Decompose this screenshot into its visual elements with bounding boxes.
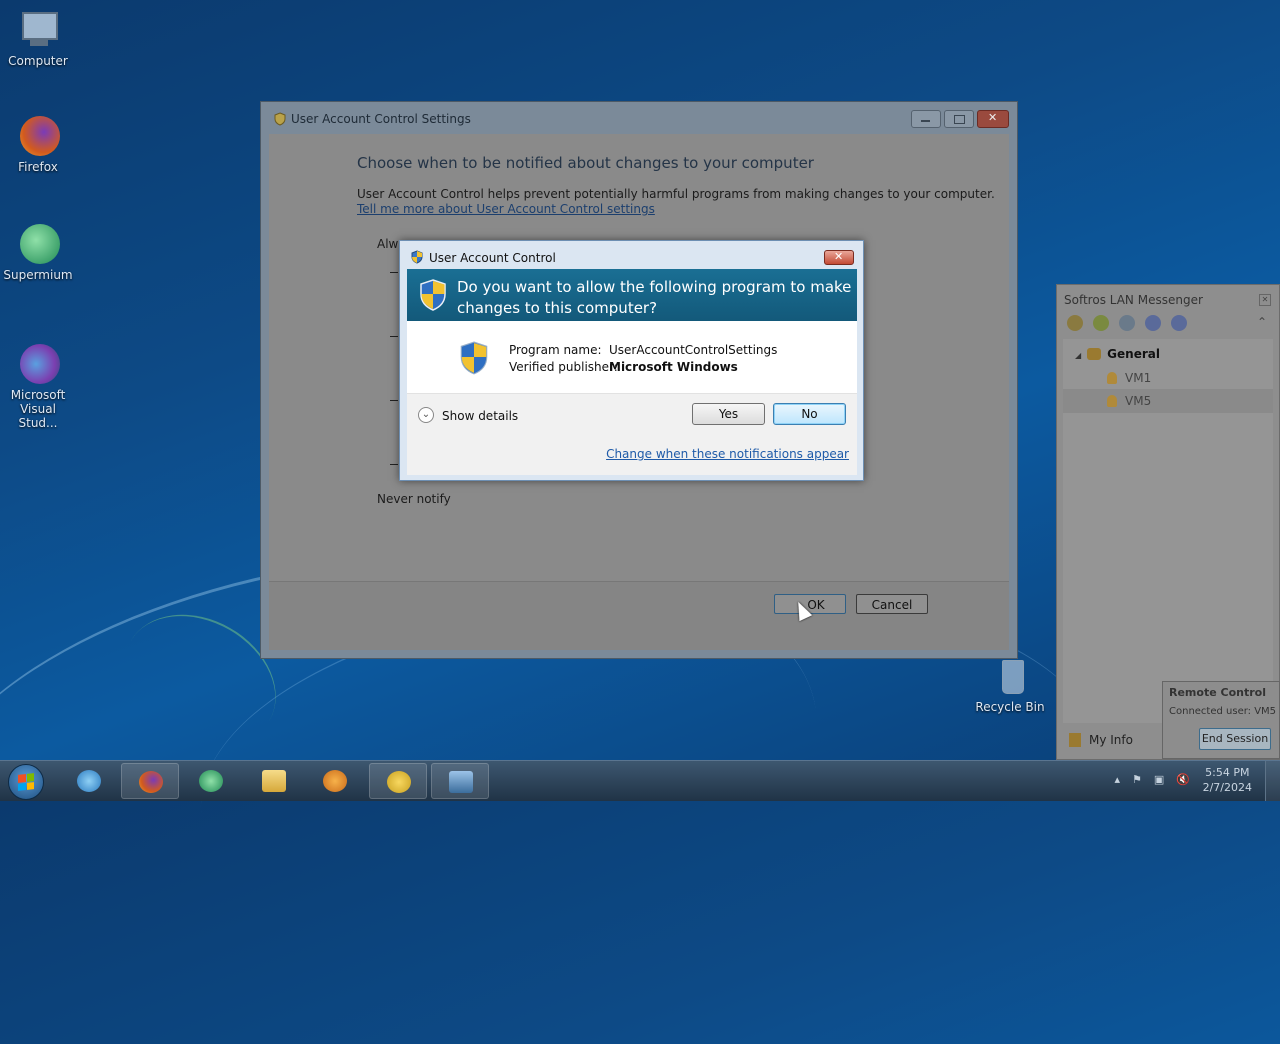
my-info-button[interactable]: My Info (1069, 733, 1133, 747)
maximize-button[interactable] (944, 110, 974, 128)
shield-icon (420, 279, 446, 311)
close-button[interactable]: ✕ (977, 110, 1009, 128)
remote-control-panel: Remote Control Connected user: VM5 End S… (1162, 681, 1280, 759)
footer: OK Cancel (269, 581, 1009, 650)
change-notifications-link[interactable]: Change when these notifications appear (606, 447, 849, 461)
volume-muted-icon[interactable]: 🔇 (1176, 773, 1190, 786)
supermium-icon (199, 770, 223, 792)
desktop-icon-computer[interactable]: Computer (0, 10, 76, 68)
firefox-icon (16, 116, 60, 156)
info-icon[interactable] (1171, 315, 1187, 331)
slider-tick (390, 464, 398, 465)
learn-more-link[interactable]: Tell me more about User Account Control … (357, 202, 655, 216)
status-icon[interactable] (1067, 315, 1083, 331)
chevron-down-icon[interactable]: ⌄ (418, 407, 434, 423)
visual-studio-icon (16, 344, 60, 384)
close-button[interactable] (824, 250, 854, 265)
remote-control-title: Remote Control (1169, 686, 1266, 699)
windows-logo-icon (18, 773, 34, 791)
clock-time: 5:54 PM (1205, 766, 1250, 779)
recycle-bin-icon (988, 656, 1032, 696)
firefox-icon (139, 771, 163, 793)
folder-icon (262, 770, 286, 792)
chevron-up-icon[interactable]: ⌃ (1257, 315, 1267, 329)
system-tray: ▴ ⚑ ▣ 🔇 (1114, 773, 1190, 786)
taskbar-ie[interactable] (60, 763, 118, 799)
taskbar-supermium[interactable] (182, 763, 240, 799)
shield-icon (411, 250, 423, 264)
computer-icon (16, 10, 60, 50)
contact-tree: ◢ General VM1 VM5 (1063, 339, 1273, 723)
taskbar-firefox[interactable] (121, 763, 179, 799)
program-name-row: Program name: UserAccountControlSettings (509, 343, 777, 357)
question-banner: Do you want to allow the following progr… (407, 269, 857, 321)
user-card-icon (1069, 733, 1081, 747)
title-bar: User Account Control Settings ✕ (261, 102, 1017, 134)
desktop-icon-firefox[interactable]: Firefox (0, 116, 76, 174)
slider-tick (390, 336, 398, 337)
shield-icon (274, 112, 286, 126)
internet-explorer-icon (77, 770, 101, 792)
program-shield-icon (460, 341, 488, 375)
clock-date: 2/7/2024 (1202, 781, 1252, 794)
uac-dialog: User Account Control Do you want to allo… (399, 240, 864, 481)
desktop-icon-supermium[interactable]: Supermium (0, 224, 76, 282)
messenger-toolbar (1067, 315, 1187, 331)
taskbar-media-player[interactable] (306, 763, 364, 799)
show-hidden-icons-icon[interactable]: ▴ (1114, 773, 1120, 786)
taskbar: ▴ ⚑ ▣ 🔇 5:54 PM 2/7/2024 (0, 760, 1280, 801)
no-button[interactable]: No (773, 403, 846, 425)
publisher-value: Microsoft Windows (609, 360, 738, 374)
taskbar-messenger[interactable] (369, 763, 427, 799)
desktop-icon-visual-studio[interactable]: Microsoft Visual Stud... (0, 344, 76, 430)
close-icon: ✕ (988, 111, 998, 124)
control-panel-icon (449, 771, 473, 793)
expand-icon: ◢ (1075, 351, 1082, 360)
slider-tick (390, 272, 398, 273)
media-player-icon (323, 770, 347, 792)
dialog-title: User Account Control (429, 251, 556, 265)
program-name-label: Program name: (509, 343, 602, 357)
slider-bottom-label: Never notify (377, 492, 451, 506)
user-icon (1107, 395, 1117, 407)
taskbar-uac-settings[interactable] (431, 763, 489, 799)
description: User Account Control helps prevent poten… (357, 187, 995, 201)
page-title: Choose when to be notified about changes… (357, 154, 814, 172)
program-name-value: UserAccountControlSettings (609, 343, 778, 357)
program-details: Program name: UserAccountControlSettings… (407, 321, 857, 393)
group-people-icon (1087, 348, 1102, 360)
taskbar-explorer[interactable] (245, 763, 303, 799)
action-center-flag-icon[interactable]: ⚑ (1132, 773, 1142, 786)
group-general[interactable]: ◢ General (1075, 347, 1160, 361)
publisher-row: Verified publisher: Microsoft Windows (509, 360, 738, 374)
minimize-button[interactable] (911, 110, 941, 128)
clock[interactable]: 5:54 PM 2/7/2024 (1203, 765, 1252, 795)
dialog-footer: Change when these notifications appear (407, 435, 857, 475)
message-icon[interactable] (1119, 315, 1135, 331)
show-desktop-button[interactable] (1265, 761, 1280, 801)
network-icon[interactable]: ▣ (1154, 773, 1164, 786)
user-icon (1107, 372, 1117, 384)
supermium-icon (16, 224, 60, 264)
show-details-toggle[interactable]: Show details (442, 409, 518, 423)
start-button[interactable] (8, 764, 44, 800)
desktop-icon-recycle-bin[interactable]: Recycle Bin (972, 656, 1048, 714)
messenger-title: Softros LAN Messenger (1064, 293, 1203, 307)
add-contact-icon[interactable] (1093, 315, 1109, 331)
action-bar: ⌄ Show details Yes No (407, 393, 857, 436)
contact-vm5[interactable]: VM5 (1063, 389, 1273, 413)
close-icon[interactable]: ✕ (1259, 294, 1271, 306)
messenger-icon (387, 771, 411, 793)
yes-button[interactable]: Yes (692, 403, 765, 425)
cancel-button[interactable]: Cancel (856, 594, 928, 614)
help-icon[interactable] (1145, 315, 1161, 331)
publisher-label: Verified publisher: (509, 360, 618, 374)
uac-question: Do you want to allow the following progr… (457, 278, 852, 317)
end-session-button[interactable]: End Session (1199, 728, 1271, 750)
slider-tick (390, 400, 398, 401)
connected-user: Connected user: VM5 (1169, 706, 1277, 717)
contact-vm1[interactable]: VM1 (1107, 371, 1151, 385)
window-title: User Account Control Settings (291, 112, 471, 126)
